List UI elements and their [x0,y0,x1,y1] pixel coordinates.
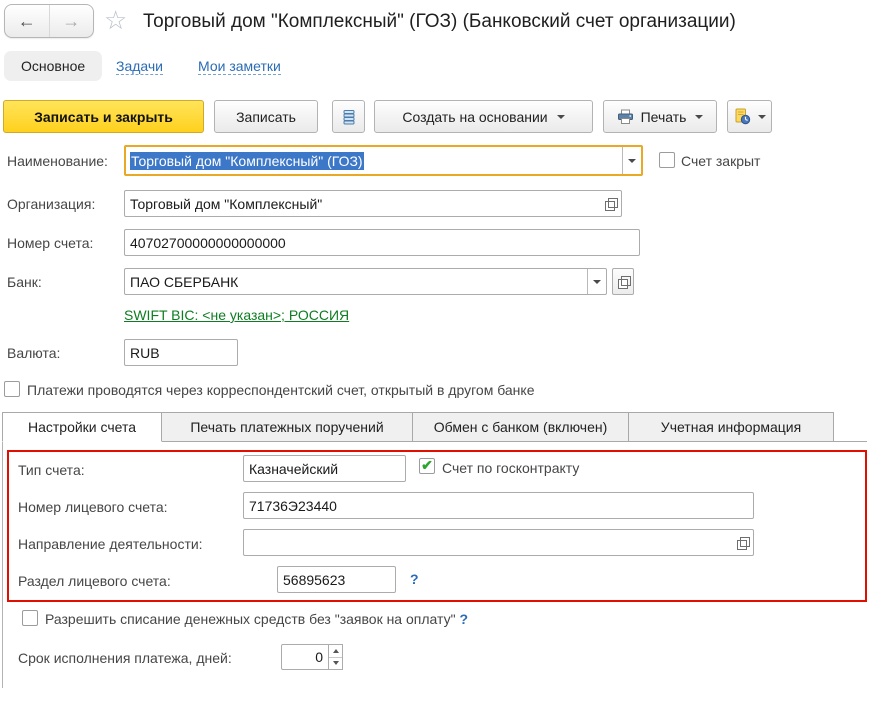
account-type-input[interactable]: Казначейский [243,455,406,482]
personal-account-section-input[interactable]: 56895623 [277,566,396,593]
account-number-input[interactable]: 40702700000000000000 [124,229,640,256]
personal-account-section-label: Раздел лицевого счета: [18,573,171,589]
account-type-value: Казначейский [249,460,339,477]
bank-value: ПАО СБЕРБАНК [130,273,239,290]
tab-panel-border [2,441,3,688]
corr-account-label[interactable]: Платежи проводятся через корреспондентск… [27,382,535,398]
activity-direction-label: Направление деятельности: [18,536,203,552]
printer-icon [617,109,641,125]
swift-bic-link[interactable]: SWIFT BIC: <не указан>; РОССИЯ [124,307,349,323]
save-and-close-label: Записать и закрыть [34,108,173,125]
tab-account-settings[interactable]: Настройки счета [2,412,162,442]
nav-link-tasks[interactable]: Задачи [116,58,164,75]
related-documents-button[interactable] [332,100,365,133]
account-closed-checkbox[interactable] [659,152,675,168]
favorite-star-icon[interactable]: ☆ [104,5,127,36]
tab-accounting-info[interactable]: Учетная информация [628,412,834,442]
name-label: Наименование: [7,153,108,169]
activity-direction-input[interactable] [243,529,754,556]
chevron-down-icon [556,114,565,119]
open-icon[interactable] [736,536,750,550]
currency-label: Валюта: [7,345,61,361]
section-help-link[interactable]: ? [410,571,419,587]
payment-term-label: Срок исполнения платежа, дней: [18,650,232,666]
writeoff-help-link[interactable]: ? [459,611,468,627]
open-icon[interactable] [604,197,618,211]
personal-account-value: 71736Э23440 [249,497,337,514]
name-dropdown-button[interactable] [622,147,641,174]
stack-icon [341,109,357,125]
organization-value: Торговый дом "Комплексный" [130,195,323,212]
print-label: Печать [640,108,687,125]
gov-contract-label[interactable]: Счет по госконтракту [442,460,579,476]
create-based-on-button[interactable]: Создать на основании [374,100,593,133]
personal-account-label: Номер лицевого счета: [18,499,168,515]
chevron-down-icon [757,114,766,119]
arrow-up-icon [332,648,339,653]
account-closed-label[interactable]: Счет закрыт [681,153,760,169]
nav-link-notes[interactable]: Мои заметки [198,58,281,75]
create-based-on-label: Создать на основании [402,108,548,125]
bank-input[interactable]: ПАО СБЕРБАНК [124,268,607,295]
tab-bank-exchange[interactable]: Обмен с банком (включен) [412,412,629,442]
chevron-down-icon [628,158,636,163]
account-number-label: Номер счета: [7,235,94,251]
bank-account-form-window: ← → ☆ Торговый дом "Комплексный" (ГОЗ) (… [0,0,873,711]
tabstrip: Настройки счета Печать платежных поручен… [2,412,834,442]
tab-payment-orders-print[interactable]: Печать платежных поручений [161,412,413,442]
payment-term-value: 0 [315,649,323,665]
print-button[interactable]: Печать [603,100,717,133]
chevron-down-icon [593,279,601,284]
stepper-down-button[interactable] [329,658,342,670]
change-history-button[interactable] [727,100,772,133]
open-icon [617,275,631,289]
payment-term-stepper [329,644,343,670]
forward-button[interactable]: → [50,5,94,37]
bank-open-button[interactable] [612,268,634,295]
personal-account-section-value: 56895623 [283,571,346,588]
payment-term-input[interactable]: 0 [281,644,329,670]
account-number-value: 40702700000000000000 [130,234,286,251]
allow-writeoff-label[interactable]: Разрешить списание денежных средств без … [45,611,468,627]
allow-writeoff-checkbox[interactable] [22,610,38,626]
chevron-down-icon [695,114,704,119]
history-nav-group: ← → [4,4,94,38]
save-button[interactable]: Записать [214,100,318,133]
nav-item-main[interactable]: Основное [4,51,103,81]
bank-label: Банк: [7,274,42,290]
stepper-up-button[interactable] [329,645,342,658]
page-title: Торговый дом "Комплексный" (ГОЗ) (Банков… [143,11,736,32]
corr-account-checkbox[interactable] [4,381,20,397]
organization-input[interactable]: Торговый дом "Комплексный" [124,190,622,217]
back-button[interactable]: ← [5,5,50,37]
organization-label: Организация: [7,196,96,212]
checkmark-icon: ✔ [421,457,433,473]
currency-input[interactable]: RUB [124,339,238,366]
bank-dropdown-button[interactable] [587,269,606,294]
name-input[interactable]: Торговый дом "Комплексный" (ГОЗ) [124,145,643,176]
save-label: Записать [236,108,296,125]
personal-account-input[interactable]: 71736Э23440 [243,492,754,519]
name-selected-text: Торговый дом "Комплексный" (ГОЗ) [130,151,364,170]
forward-arrow-icon: → [62,10,81,31]
arrow-down-icon [332,661,339,666]
allow-writeoff-text: Разрешить списание денежных средств без … [45,611,456,627]
name-value: Торговый дом "Комплексный" (ГОЗ) [126,147,622,174]
currency-value: RUB [130,344,160,361]
account-type-label: Тип счета: [18,462,85,478]
document-clock-icon [734,108,751,125]
gov-contract-checkbox[interactable]: ✔ [419,458,435,474]
save-and-close-button[interactable]: Записать и закрыть [3,100,204,133]
back-arrow-icon: ← [17,10,36,31]
